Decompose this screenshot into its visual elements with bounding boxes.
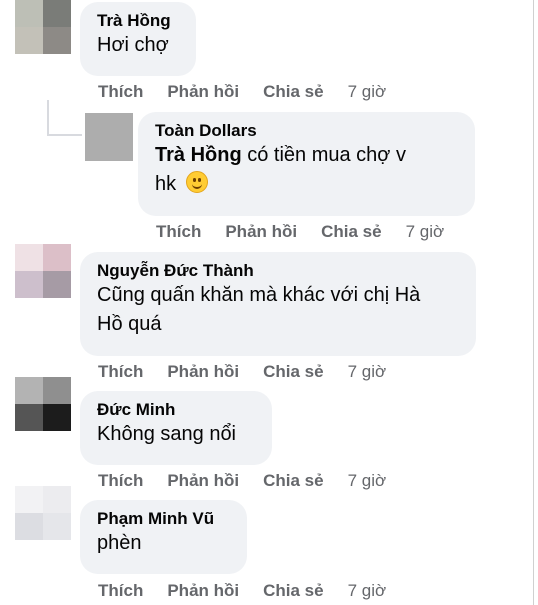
timestamp[interactable]: 7 giờ [406,222,445,242]
timestamp[interactable]: 7 giờ [348,362,387,382]
like-button[interactable]: Thích [98,82,143,102]
like-button[interactable]: Thích [156,222,201,242]
comment-text-line: có tiền mua chợ v [241,144,406,166]
timestamp[interactable]: 7 giờ [348,471,387,491]
reply-button[interactable]: Phản hồi [225,222,297,242]
comment-text-line: hk [155,173,177,195]
avatar[interactable] [15,486,71,540]
comment-actions: Thích Phản hồi Chia sẻ 7 giờ [98,581,386,601]
like-button[interactable]: Thích [98,581,143,601]
comment-actions: Thích Phản hồi Chia sẻ 7 giờ [98,82,386,102]
reply-button[interactable]: Phản hồi [167,362,239,382]
comment-actions: Thích Phản hồi Chia sẻ 7 giờ [156,222,444,242]
comment-bubble: Toàn Dollars Trà Hồng có tiền mua chợ v … [138,112,475,216]
comment-text: phèn [97,532,142,554]
comment-actions: Thích Phản hồi Chia sẻ 7 giờ [98,362,386,382]
comment-author[interactable]: Toàn Dollars [155,121,459,141]
comment-bubble: Đức Minh Không sang nổi [80,391,272,465]
comment-text-line: Cũng quấn khăn mà khác với chị Hà [97,284,421,306]
comment-text: Trà Hồng có tiền mua chợ v [155,141,459,170]
comment-actions: Thích Phản hồi Chia sẻ 7 giờ [98,471,386,491]
like-button[interactable]: Thích [98,362,143,382]
timestamp[interactable]: 7 giờ [348,82,387,102]
reply-button[interactable]: Phản hồi [167,82,239,102]
thread-line [47,100,49,136]
comment-bubble: Nguyễn Đức Thành Cũng quấn khăn mà khác … [80,252,476,356]
avatar[interactable] [15,244,71,298]
comment-text-line: Hồ quá [97,313,162,335]
comment-author[interactable]: Nguyễn Đức Thành [97,261,460,281]
avatar[interactable] [15,377,71,431]
share-button[interactable]: Chia sẻ [263,581,323,601]
avatar[interactable] [85,113,133,161]
right-edge-divider [533,0,534,605]
avatar[interactable] [15,0,71,54]
comment-text: hk [155,170,459,199]
comment-author[interactable]: Phạm Minh Vũ [97,509,231,529]
comment-text: Hơi chợ [97,34,169,56]
share-button[interactable]: Chia sẻ [263,362,323,382]
reply-button[interactable]: Phản hồi [167,581,239,601]
share-button[interactable]: Chia sẻ [321,222,381,242]
mention-link[interactable]: Trà Hồng [155,144,242,166]
comment-bubble: Trà Hồng Hơi chợ [80,2,196,76]
comment-author[interactable]: Đức Minh [97,400,256,420]
thread-line [47,134,82,136]
reply-button[interactable]: Phản hồi [167,471,239,491]
like-button[interactable]: Thích [98,471,143,491]
timestamp[interactable]: 7 giờ [348,581,387,601]
smiling-face-emoji-icon [185,171,208,193]
share-button[interactable]: Chia sẻ [263,471,323,491]
share-button[interactable]: Chia sẻ [263,82,323,102]
comment-author[interactable]: Trà Hồng [97,11,180,31]
comment-text: Không sang nổi [97,423,237,445]
comment-bubble: Phạm Minh Vũ phèn [80,500,247,574]
